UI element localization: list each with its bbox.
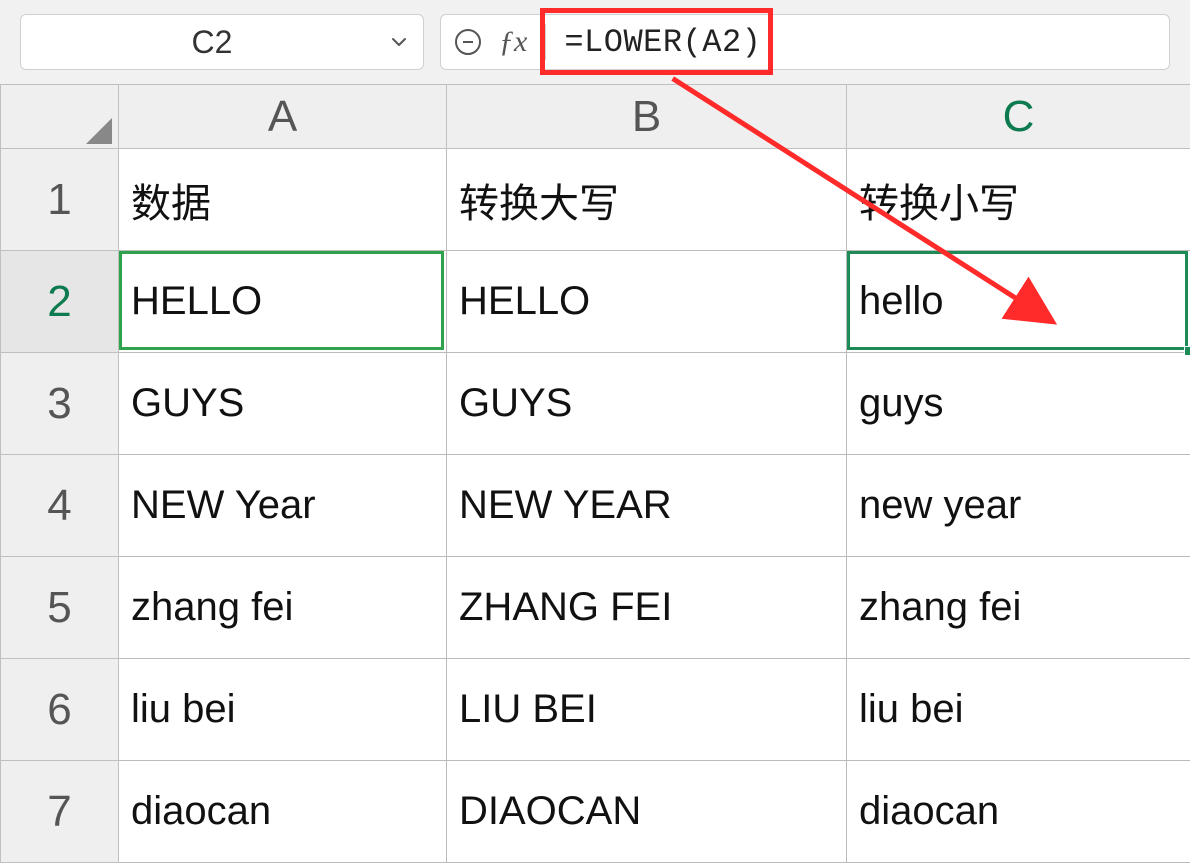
cell-A7[interactable]: diaocan <box>119 761 447 863</box>
row-header-4[interactable]: 4 <box>1 455 119 557</box>
cell-A2[interactable]: HELLO <box>119 251 447 353</box>
cell-C2[interactable]: hello <box>847 251 1190 353</box>
name-box[interactable]: C2 <box>20 14 424 70</box>
cell-A3[interactable]: GUYS <box>119 353 447 455</box>
separator <box>545 24 546 60</box>
formula-toolbar: C2 ƒx =LOWER(A2) <box>0 0 1190 84</box>
table-row: 5zhang feiZHANG FEIzhang fei <box>1 557 1190 659</box>
table-row: 1数据转换大写转换小写 <box>1 149 1190 251</box>
select-all-triangle-icon <box>86 118 112 144</box>
chevron-down-icon[interactable] <box>389 32 409 52</box>
table-row: 3GUYSGUYSguys <box>1 353 1190 455</box>
cell-B4[interactable]: NEW YEAR <box>447 455 847 557</box>
row-header-6[interactable]: 6 <box>1 659 119 761</box>
cell-A5[interactable]: zhang fei <box>119 557 447 659</box>
cell-C7[interactable]: diaocan <box>847 761 1190 863</box>
cell-B5[interactable]: ZHANG FEI <box>447 557 847 659</box>
table-row: 4NEW YearNEW YEARnew year <box>1 455 1190 557</box>
fx-icon[interactable]: ƒx <box>499 25 527 59</box>
name-box-value: C2 <box>35 24 389 61</box>
column-header-C[interactable]: C <box>847 85 1190 149</box>
cell-C4[interactable]: new year <box>847 455 1190 557</box>
cell-B7[interactable]: DIAOCAN <box>447 761 847 863</box>
cell-C5[interactable]: zhang fei <box>847 557 1190 659</box>
cell-A6[interactable]: liu bei <box>119 659 447 761</box>
row-header-5[interactable]: 5 <box>1 557 119 659</box>
formula-input[interactable]: =LOWER(A2) <box>564 24 761 61</box>
cell-B3[interactable]: GUYS <box>447 353 847 455</box>
cell-B6[interactable]: LIU BEI <box>447 659 847 761</box>
select-all-button[interactable] <box>1 85 119 149</box>
row-header-2[interactable]: 2 <box>1 251 119 353</box>
cancel-icon[interactable] <box>455 29 481 55</box>
formula-bar[interactable]: ƒx =LOWER(A2) <box>440 14 1170 70</box>
cell-B2[interactable]: HELLO <box>447 251 847 353</box>
table-row: 6liu beiLIU BEIliu bei <box>1 659 1190 761</box>
spreadsheet[interactable]: A B C 1数据转换大写转换小写2HELLOHELLOhello3GUYSGU… <box>0 84 1190 863</box>
table-row: 7diaocanDIAOCANdiaocan <box>1 761 1190 863</box>
column-header-A[interactable]: A <box>119 85 447 149</box>
row-header-3[interactable]: 3 <box>1 353 119 455</box>
row-header-1[interactable]: 1 <box>1 149 119 251</box>
cell-A1[interactable]: 数据 <box>119 149 447 251</box>
cell-B1[interactable]: 转换大写 <box>447 149 847 251</box>
cell-C1[interactable]: 转换小写 <box>847 149 1190 251</box>
cell-C3[interactable]: guys <box>847 353 1190 455</box>
row-header-7[interactable]: 7 <box>1 761 119 863</box>
cell-A4[interactable]: NEW Year <box>119 455 447 557</box>
table-row: 2HELLOHELLOhello <box>1 251 1190 353</box>
cell-C6[interactable]: liu bei <box>847 659 1190 761</box>
column-header-B[interactable]: B <box>447 85 847 149</box>
fill-handle[interactable] <box>1184 346 1190 356</box>
